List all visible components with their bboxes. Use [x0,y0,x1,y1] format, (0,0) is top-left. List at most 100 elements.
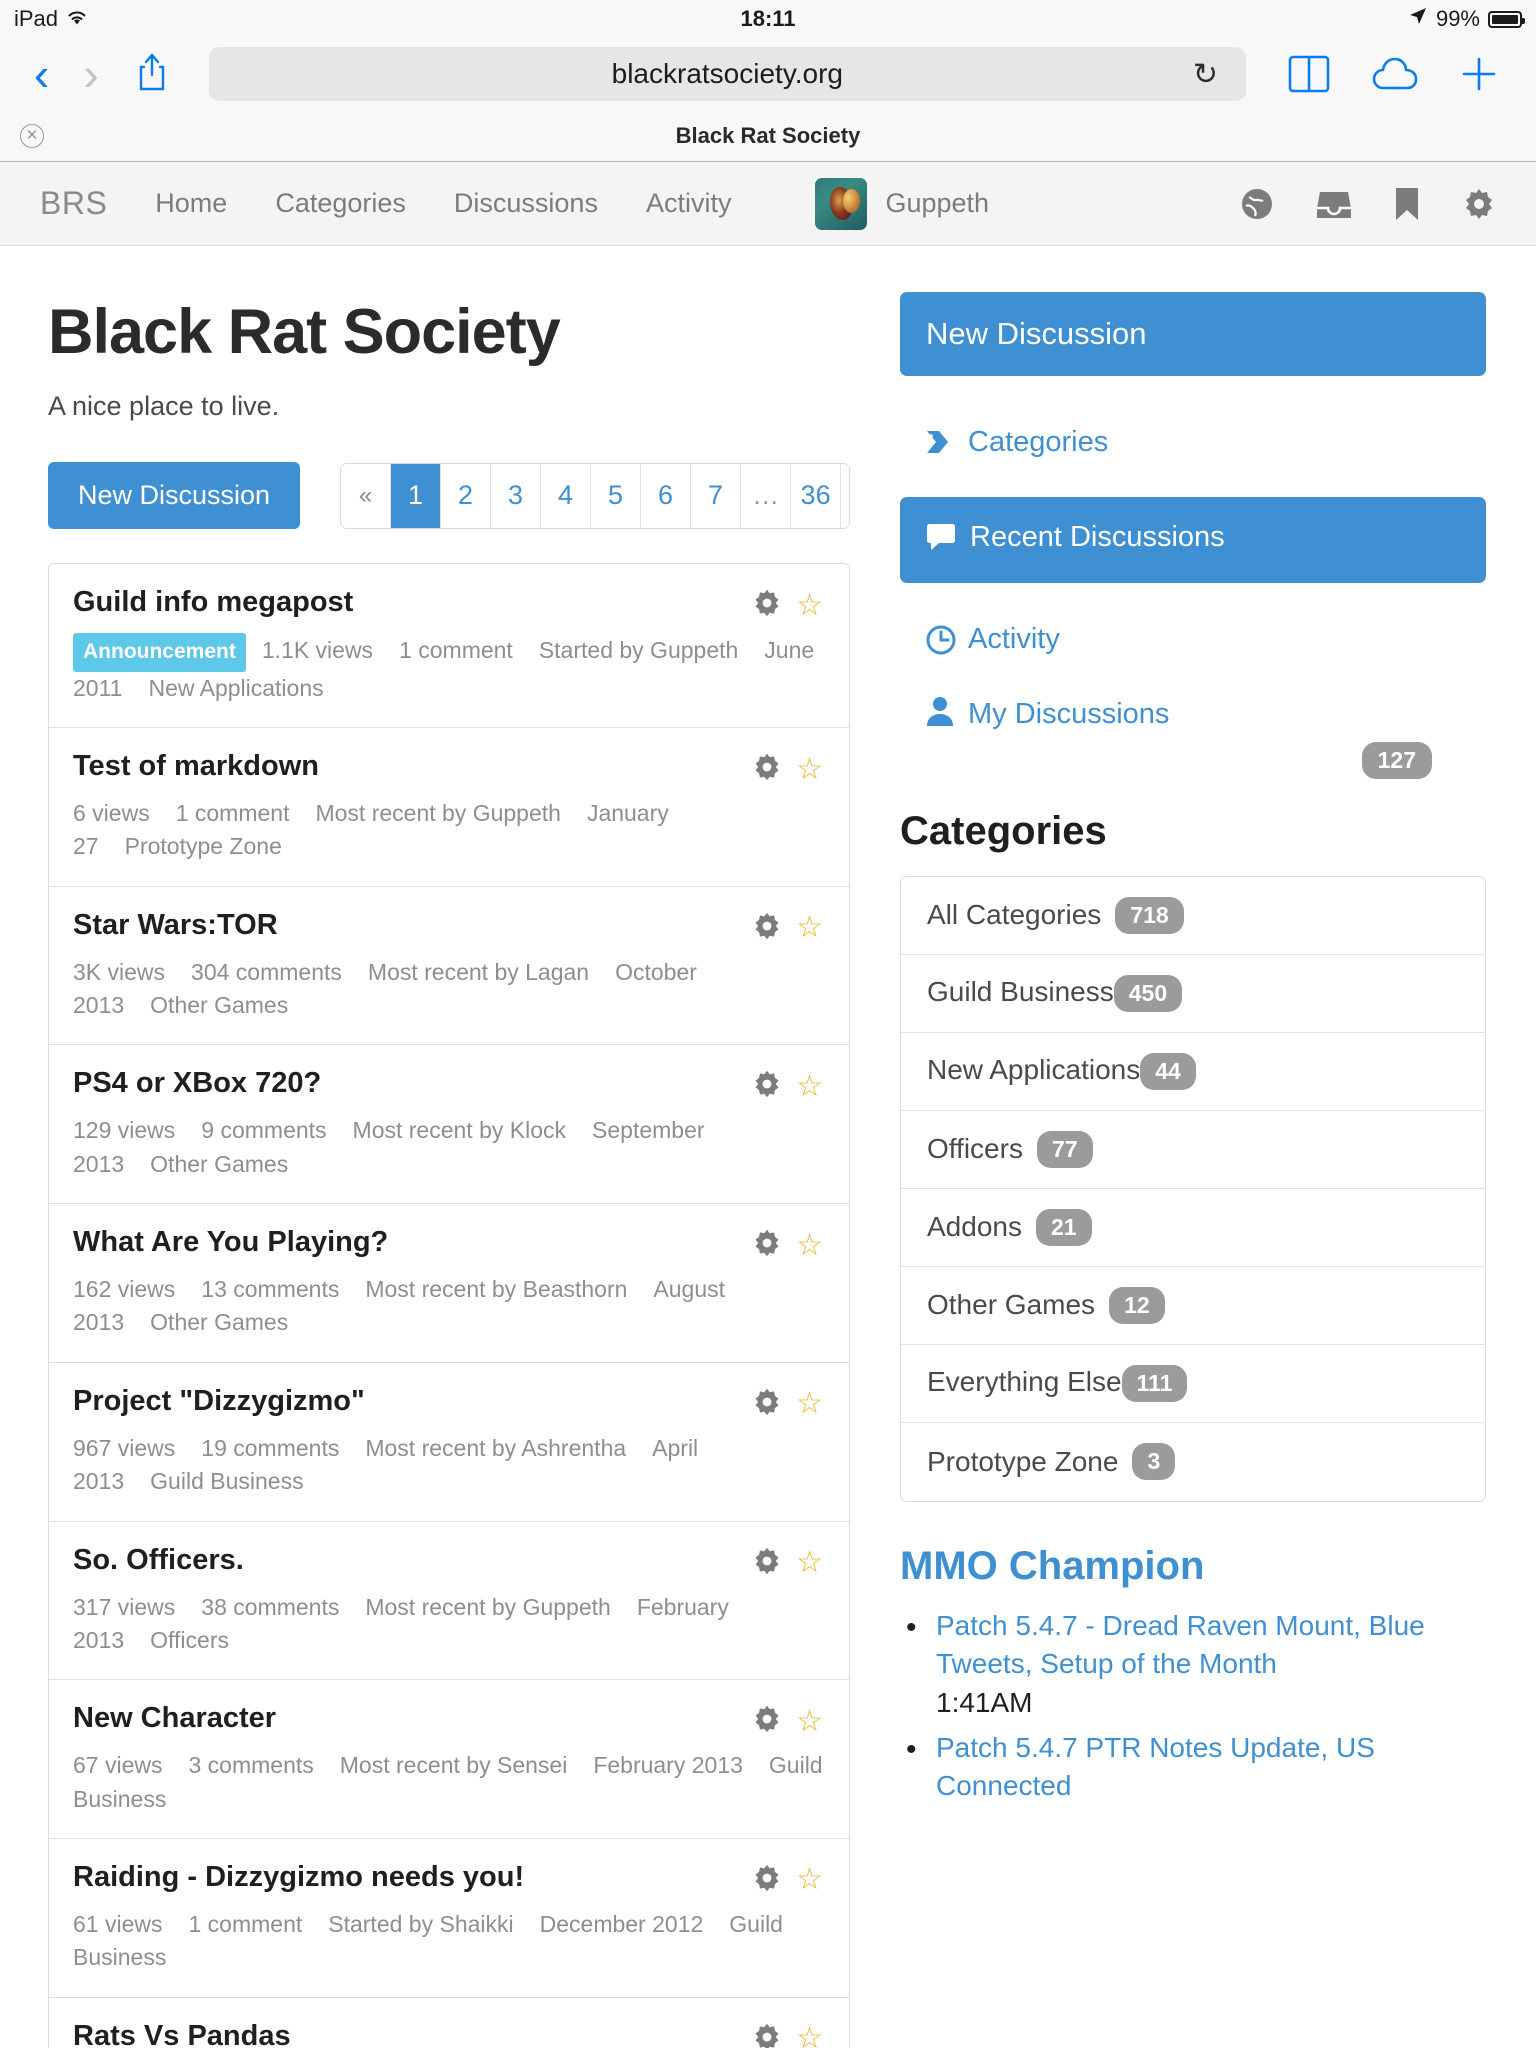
gear-icon[interactable] [1462,187,1496,221]
mmo-list-item[interactable]: Patch 5.4.7 PTR Notes Update, US Connect… [936,1729,1486,1806]
discussion-title[interactable]: So. Officers. [73,1544,823,1577]
discussion-tag[interactable]: Announcement [73,633,246,671]
star-icon[interactable]: ☆ [796,1072,823,1102]
category-row[interactable]: Guild Business450 [901,955,1485,1033]
pagination-item[interactable]: 7 [691,464,741,528]
category-row[interactable]: Prototype Zone3 [901,1423,1485,1501]
pagination-item[interactable]: 5 [591,464,641,528]
pagination-item[interactable]: » [841,464,850,528]
sidebar-item-my-discussions[interactable]: My Discussions 127 [900,696,1486,779]
icloud-tabs-icon[interactable] [1356,56,1434,92]
sidebar-item-activity[interactable]: Activity [900,611,1486,674]
discussion-row[interactable]: Star Wars:TOR3K views304 commentsMost re… [49,887,849,1046]
sidebar-item-categories[interactable]: Categories [900,414,1486,475]
mmo-item-link[interactable]: Patch 5.4.7 - Dread Raven Mount, Blue Tw… [936,1610,1425,1680]
pagination-item[interactable]: … [741,464,791,528]
category-row[interactable]: Everything Else111 [901,1345,1485,1423]
gear-icon[interactable] [752,1704,782,1739]
pagination-item[interactable]: 6 [641,464,691,528]
nav-link-discussions[interactable]: Discussions [454,188,598,219]
gear-icon[interactable] [752,588,782,623]
discussion-row[interactable]: Raiding - Dizzygizmo needs you!61 views1… [49,1839,849,1998]
gear-icon[interactable] [752,1069,782,1104]
discussion-row[interactable]: Rats Vs Pandas111 views8 commentsMost re… [49,1998,849,2048]
nav-link-home[interactable]: Home [155,188,227,219]
discussion-category[interactable]: Other Games [150,1309,288,1335]
gear-icon[interactable] [752,752,782,787]
avatar[interactable] [815,178,867,230]
gear-icon[interactable] [752,1387,782,1422]
discussion-row[interactable]: Guild info megapostAnnouncement1.1K view… [49,564,849,728]
pagination-item[interactable]: 3 [491,464,541,528]
site-brand[interactable]: BRS [40,185,107,222]
discussion-row[interactable]: So. Officers.317 views38 commentsMost re… [49,1522,849,1681]
forward-chevron-icon[interactable]: › [71,51,110,97]
category-row[interactable]: New Applications44 [901,1033,1485,1111]
discussion-title[interactable]: New Character [73,1702,823,1735]
star-icon[interactable]: ☆ [796,1389,823,1419]
discussion-row[interactable]: PS4 or XBox 720?129 views9 commentsMost … [49,1045,849,1204]
discussion-category[interactable]: Prototype Zone [125,833,282,859]
discussion-title[interactable]: Test of markdown [73,750,823,783]
discussion-title[interactable]: PS4 or XBox 720? [73,1067,823,1100]
globe-icon[interactable] [1240,187,1274,221]
discussion-category[interactable]: Guild Business [150,1468,303,1494]
book-icon[interactable] [1272,55,1346,93]
inbox-icon[interactable] [1316,188,1352,220]
sidebar-new-discussion-button[interactable]: New Discussion [900,292,1486,376]
discussion-title[interactable]: Guild info megapost [73,586,823,619]
clock-icon [926,621,956,664]
gear-icon[interactable] [752,911,782,946]
discussion-row[interactable]: Project "Dizzygizmo"967 views19 comments… [49,1363,849,1522]
user-menu[interactable]: Guppeth [815,178,989,230]
star-icon[interactable]: ☆ [796,1231,823,1261]
gear-icon[interactable] [752,2022,782,2048]
tab-title[interactable]: Black Rat Society [0,123,1536,149]
share-icon[interactable] [121,52,183,97]
new-discussion-button[interactable]: New Discussion [48,462,300,529]
discussion-title[interactable]: Star Wars:TOR [73,909,823,942]
nav-link-activity[interactable]: Activity [646,188,732,219]
star-icon[interactable]: ☆ [796,755,823,785]
discussion-row[interactable]: What Are You Playing?162 views13 comment… [49,1204,849,1363]
pagination-item[interactable]: « [341,464,391,528]
bookmark-icon[interactable] [1394,187,1420,221]
gear-icon[interactable] [752,1863,782,1898]
discussion-title[interactable]: What Are You Playing? [73,1226,823,1259]
discussion-title[interactable]: Project "Dizzygizmo" [73,1385,823,1418]
discussion-category[interactable]: Other Games [150,1151,288,1177]
star-icon[interactable]: ☆ [796,1707,823,1737]
plus-icon[interactable] [1444,55,1514,93]
star-icon[interactable]: ☆ [796,2024,823,2048]
star-icon[interactable]: ☆ [796,1865,823,1895]
category-count-badge: 111 [1122,1365,1188,1402]
back-chevron-icon[interactable]: ‹ [22,51,61,97]
url-bar[interactable]: blackratsociety.org ↻ [209,47,1246,101]
discussion-title[interactable]: Raiding - Dizzygizmo needs you! [73,1861,823,1894]
discussion-row[interactable]: New Character67 views3 commentsMost rece… [49,1680,849,1839]
gear-icon[interactable] [752,1228,782,1263]
discussion-title[interactable]: Rats Vs Pandas [73,2020,823,2048]
discussion-category[interactable]: Other Games [150,992,288,1018]
category-row[interactable]: Addons21 [901,1189,1485,1267]
discussion-views: 967 views [73,1435,175,1461]
star-icon[interactable]: ☆ [796,591,823,621]
category-row[interactable]: All Categories718 [901,877,1485,955]
reload-icon[interactable]: ↻ [1193,57,1218,92]
discussion-category[interactable]: New Applications [148,675,323,701]
category-row[interactable]: Officers77 [901,1111,1485,1189]
mmo-list-item[interactable]: Patch 5.4.7 - Dread Raven Mount, Blue Tw… [936,1607,1486,1723]
mmo-item-link[interactable]: Patch 5.4.7 PTR Notes Update, US Connect… [936,1732,1375,1802]
pagination-item[interactable]: 1 [391,464,441,528]
discussion-category[interactable]: Officers [150,1627,229,1653]
pagination-item[interactable]: 4 [541,464,591,528]
star-icon[interactable]: ☆ [796,1548,823,1578]
category-row[interactable]: Other Games12 [901,1267,1485,1345]
gear-icon[interactable] [752,1546,782,1581]
pagination-item[interactable]: 2 [441,464,491,528]
star-icon[interactable]: ☆ [796,913,823,943]
pagination-item[interactable]: 36 [791,464,841,528]
nav-link-categories[interactable]: Categories [275,188,406,219]
discussion-row[interactable]: Test of markdown6 views1 commentMost rec… [49,728,849,887]
sidebar-item-recent-discussions[interactable]: Recent Discussions [900,497,1486,582]
